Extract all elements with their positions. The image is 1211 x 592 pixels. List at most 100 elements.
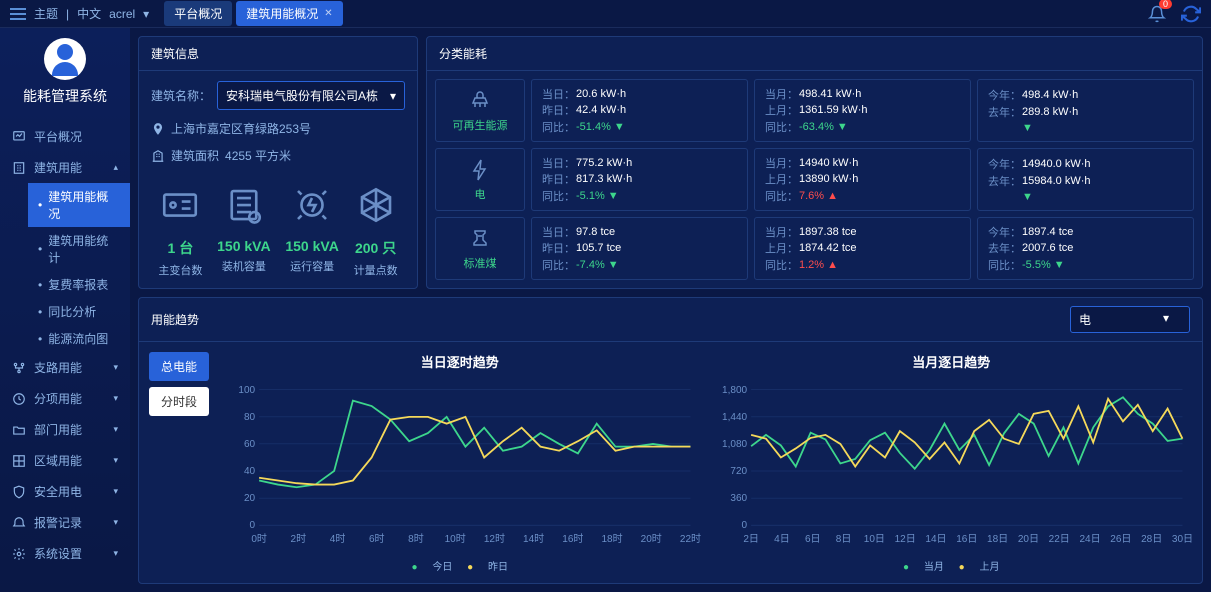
chevron-icon: ▾ bbox=[113, 393, 118, 404]
gear-icon bbox=[12, 547, 26, 561]
nav-building[interactable]: 建筑用能▴ bbox=[0, 152, 130, 183]
tabs: 平台概况建筑用能概况✕ bbox=[164, 1, 342, 26]
trend-title: 用能趋势 bbox=[151, 311, 199, 328]
shield-icon bbox=[12, 485, 26, 499]
stat-icon bbox=[223, 184, 265, 226]
chevron-icon: ▾ bbox=[113, 486, 118, 497]
svg-text:0: 0 bbox=[741, 520, 747, 531]
svg-text:4日: 4日 bbox=[774, 534, 790, 545]
bi-address: 上海市嘉定区育绿路253号 bbox=[171, 120, 311, 137]
svg-text:1,440: 1,440 bbox=[722, 412, 747, 423]
chevron-icon: ▾ bbox=[113, 548, 118, 559]
stat-icon bbox=[291, 184, 333, 226]
energy-card: 当月：1897.38 tce 上月：1874.42 tce 同比：1.2% bbox=[754, 217, 971, 280]
svg-text:14日: 14日 bbox=[925, 534, 946, 545]
user-dropdown-icon[interactable]: ▾ bbox=[143, 7, 149, 21]
energy-card: 当日：97.8 tce 昨日：105.7 tce 同比：-7.4% bbox=[531, 217, 748, 280]
trend-energy-select[interactable]: 电 ▾ bbox=[1070, 306, 1190, 333]
theme-label[interactable]: 主题 bbox=[34, 5, 58, 22]
chevron-icon: ▴ bbox=[113, 162, 118, 173]
energy-card: 今年：498.4 kW·h 去年：289.8 kW·h ▼ bbox=[977, 79, 1194, 142]
refresh-icon[interactable] bbox=[1181, 4, 1201, 24]
energy-card: 当月：14940 kW·h 上月：13890 kW·h 同比：7.6% bbox=[754, 148, 971, 211]
svg-text:80: 80 bbox=[244, 412, 256, 423]
tab-0[interactable]: 平台概况 bbox=[164, 1, 232, 26]
nav-sub-item[interactable]: 建筑用能概况 bbox=[28, 183, 130, 227]
svg-text:40: 40 bbox=[244, 466, 256, 477]
svg-text:18日: 18日 bbox=[987, 534, 1008, 545]
svg-text:20: 20 bbox=[244, 493, 256, 504]
svg-text:4时: 4时 bbox=[330, 533, 346, 545]
nav-gear[interactable]: 系统设置▾ bbox=[0, 538, 130, 569]
bi-stats: 1 台主变台数150 kVA装机容量150 kVA运行容量200 只计量点数 bbox=[151, 184, 405, 278]
dashboard-icon bbox=[12, 130, 26, 144]
energy-type-0[interactable]: 可再生能源 bbox=[435, 79, 525, 142]
energy-category-panel: 分类能耗 可再生能源电标准煤 当日：20.6 kW·h 昨日：42.4 kW·h… bbox=[426, 36, 1203, 289]
nav-folder[interactable]: 部门用能▾ bbox=[0, 414, 130, 445]
stat-icon bbox=[355, 184, 397, 226]
notification-button[interactable]: 0 bbox=[1148, 5, 1166, 23]
nav-alarm[interactable]: 报警记录▾ bbox=[0, 507, 130, 538]
energy-type-2[interactable]: 标准煤 bbox=[435, 217, 525, 280]
hamburger-icon[interactable] bbox=[10, 8, 26, 20]
energy-type-1[interactable]: 电 bbox=[435, 148, 525, 211]
nav-sub-item[interactable]: 能源流向图 bbox=[28, 325, 130, 352]
svg-text:720: 720 bbox=[730, 466, 747, 477]
topbar-right: 0 bbox=[1148, 4, 1201, 24]
nav-sub-item[interactable]: 复费率报表 bbox=[28, 271, 130, 298]
energy-card: 今年：1897.4 tce 去年：2007.6 tce 同比：-5.5% bbox=[977, 217, 1194, 280]
svg-text:360: 360 bbox=[730, 493, 747, 504]
nav-dashboard[interactable]: 平台概况 bbox=[0, 121, 130, 152]
logo: 能耗管理系统 bbox=[0, 38, 130, 106]
lang-label[interactable]: 中文 bbox=[77, 5, 101, 22]
nav-sub-item[interactable]: 建筑用能统计 bbox=[28, 227, 130, 271]
nav-clock[interactable]: 分项用能▾ bbox=[0, 383, 130, 414]
location-icon bbox=[151, 122, 165, 136]
folder-icon bbox=[12, 423, 26, 437]
energy-card: 当日：775.2 kW·h 昨日：817.3 kW·h 同比：-5.1% bbox=[531, 148, 748, 211]
chevron-icon: ▾ bbox=[113, 455, 118, 466]
nav-branch[interactable]: 支路用能▾ bbox=[0, 352, 130, 383]
user-label[interactable]: acrel bbox=[109, 7, 135, 21]
building-select[interactable]: 安科瑞电气股份有限公司A栋 ▾ bbox=[217, 81, 405, 110]
svg-text:1,080: 1,080 bbox=[722, 439, 747, 450]
svg-text:12日: 12日 bbox=[894, 534, 915, 545]
chevron-icon: ▾ bbox=[113, 424, 118, 435]
tab-1[interactable]: 建筑用能概况✕ bbox=[236, 1, 342, 26]
btn-time-period[interactable]: 分时段 bbox=[149, 387, 209, 416]
svg-text:30日: 30日 bbox=[1171, 534, 1192, 545]
svg-text:10日: 10日 bbox=[863, 534, 884, 545]
clock-icon bbox=[12, 392, 26, 406]
building-info-panel: 建筑信息 建筑名称： 安科瑞电气股份有限公司A栋 ▾ 上海市嘉定区育绿路253号 bbox=[138, 36, 418, 289]
svg-text:22日: 22日 bbox=[1048, 534, 1069, 545]
bi-name-label: 建筑名称： bbox=[151, 87, 211, 104]
stat-icon bbox=[159, 184, 201, 226]
svg-text:0: 0 bbox=[250, 520, 256, 531]
ec-cards: 当日：20.6 kW·h 昨日：42.4 kW·h 同比：-51.4% 当月：4… bbox=[531, 79, 1194, 280]
energy-type-icon bbox=[468, 158, 492, 182]
bi-area-label: 建筑面积 bbox=[171, 147, 219, 164]
svg-text:24日: 24日 bbox=[1079, 534, 1100, 545]
nav-sub-item[interactable]: 同比分析 bbox=[28, 298, 130, 325]
topbar: 主题 | 中文 acrel ▾ 平台概况建筑用能概况✕ 0 bbox=[0, 0, 1211, 28]
nav-shield[interactable]: 安全用电▾ bbox=[0, 476, 130, 507]
svg-text:8时: 8时 bbox=[408, 533, 424, 545]
svg-text:12时: 12时 bbox=[484, 533, 505, 545]
chart-daily: 当月逐日趋势 03607201,0801,4401,8002日4日6日8日10日… bbox=[711, 352, 1193, 573]
nav-area[interactable]: 区域用能▾ bbox=[0, 445, 130, 476]
svg-text:6时: 6时 bbox=[369, 533, 385, 545]
area-icon bbox=[12, 454, 26, 468]
topbar-left: 主题 | 中文 acrel ▾ bbox=[10, 5, 149, 22]
svg-text:6日: 6日 bbox=[804, 534, 820, 545]
svg-text:18时: 18时 bbox=[601, 533, 622, 545]
stat-0: 1 台主变台数 bbox=[158, 184, 202, 278]
energy-type-icon bbox=[468, 89, 492, 113]
avatar-icon bbox=[44, 38, 86, 80]
ec-types: 可再生能源电标准煤 bbox=[435, 79, 525, 280]
tab-close-icon[interactable]: ✕ bbox=[324, 8, 332, 19]
svg-text:2日: 2日 bbox=[743, 534, 759, 545]
svg-text:16日: 16日 bbox=[956, 534, 977, 545]
content: 建筑信息 建筑名称： 安科瑞电气股份有限公司A栋 ▾ 上海市嘉定区育绿路253号 bbox=[130, 28, 1211, 592]
svg-text:28日: 28日 bbox=[1141, 534, 1162, 545]
btn-total-energy[interactable]: 总电能 bbox=[149, 352, 209, 381]
